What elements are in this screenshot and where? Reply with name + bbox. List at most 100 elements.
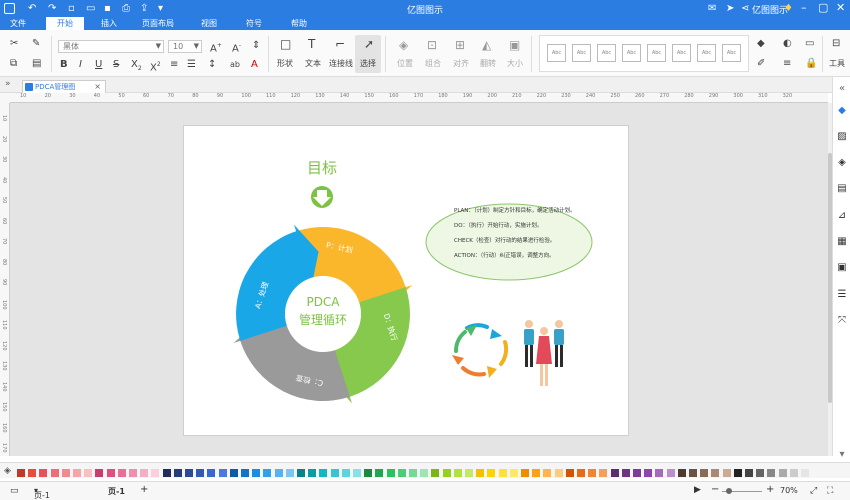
zoom-in-icon[interactable]: + bbox=[766, 484, 774, 495]
panel-expand-icon[interactable]: » bbox=[5, 79, 11, 89]
page-selector[interactable]: 页-1 ▾ bbox=[34, 486, 50, 500]
shape-tool-label[interactable]: 形状 bbox=[270, 58, 300, 69]
page-tab[interactable]: 页-1 bbox=[108, 486, 125, 497]
align-text-icon[interactable]: ≡ bbox=[170, 59, 178, 71]
tab-file[interactable]: 文件 bbox=[0, 17, 36, 30]
collapse-panel-icon[interactable]: « bbox=[836, 83, 848, 95]
tab-home[interactable]: 开始 bbox=[46, 17, 84, 30]
color-swatch[interactable] bbox=[95, 469, 104, 477]
color-swatch[interactable] bbox=[733, 469, 742, 477]
tools-icon[interactable]: ⊟ bbox=[832, 38, 840, 50]
color-swatch[interactable] bbox=[498, 469, 507, 477]
color-swatch[interactable] bbox=[509, 469, 518, 477]
color-swatch[interactable] bbox=[375, 469, 384, 477]
page-properties-icon[interactable]: ▤ bbox=[836, 183, 848, 195]
color-swatch[interactable] bbox=[655, 469, 664, 477]
zoom-level[interactable]: 70% bbox=[780, 486, 798, 495]
goal-label[interactable]: 目标 bbox=[307, 159, 337, 177]
line-style-icon[interactable]: ▭ bbox=[805, 38, 814, 50]
cut-icon[interactable]: ✂ bbox=[10, 38, 18, 50]
zoom-slider-handle[interactable] bbox=[726, 488, 732, 494]
select-tool-label[interactable]: 选择 bbox=[353, 58, 383, 69]
color-swatch[interactable] bbox=[140, 469, 149, 477]
color-swatch[interactable] bbox=[577, 469, 585, 477]
color-swatch[interactable] bbox=[162, 469, 171, 477]
text-direction-icon[interactable]: ⇕ bbox=[252, 40, 260, 52]
underline-icon[interactable]: U bbox=[95, 59, 102, 71]
color-swatch[interactable] bbox=[319, 469, 328, 477]
color-swatch[interactable] bbox=[274, 469, 283, 477]
font-color-icon[interactable]: A bbox=[251, 59, 258, 71]
bold-icon[interactable]: B bbox=[60, 59, 68, 71]
color-swatch[interactable] bbox=[767, 469, 776, 477]
table-icon[interactable]: ▦ bbox=[836, 236, 848, 248]
send-icon[interactable]: ➤ bbox=[726, 2, 734, 15]
color-swatch[interactable] bbox=[330, 469, 339, 477]
color-swatch[interactable] bbox=[50, 469, 59, 477]
color-swatch[interactable] bbox=[397, 469, 406, 477]
color-swatch[interactable] bbox=[207, 469, 216, 477]
zoom-out-icon[interactable]: − bbox=[711, 484, 719, 495]
tab-help[interactable]: 帮助 bbox=[282, 17, 316, 30]
color-swatch[interactable] bbox=[218, 469, 227, 477]
color-swatch[interactable] bbox=[689, 469, 697, 477]
color-swatch[interactable] bbox=[39, 469, 48, 477]
color-swatch[interactable] bbox=[677, 469, 686, 477]
color-swatch[interactable] bbox=[599, 469, 608, 477]
color-swatch[interactable] bbox=[229, 469, 238, 477]
style-sample[interactable]: Abc bbox=[597, 44, 616, 62]
page-view-icon[interactable]: ▭ bbox=[10, 486, 19, 496]
tab-insert[interactable]: 插入 bbox=[92, 17, 126, 30]
account-name[interactable]: 亿图图示 bbox=[752, 3, 788, 16]
color-swatch[interactable] bbox=[252, 469, 261, 477]
style-sample[interactable]: Abc bbox=[697, 44, 716, 62]
italic-icon[interactable]: I bbox=[79, 59, 82, 71]
color-swatch[interactable] bbox=[431, 469, 440, 477]
color-swatch[interactable] bbox=[789, 469, 798, 477]
color-swatch[interactable] bbox=[173, 469, 182, 477]
drawing-page[interactable]: 目标 PDCA 管理循环 P：计划 D：执行 C：检查 A：处理 PLAN：（计… bbox=[183, 125, 629, 436]
cycle-arrows-icon[interactable] bbox=[452, 323, 509, 378]
color-swatch[interactable] bbox=[487, 469, 496, 477]
decrease-font-icon[interactable]: A- bbox=[232, 40, 241, 55]
color-swatch[interactable] bbox=[666, 469, 675, 477]
line-weight-icon[interactable]: ≡ bbox=[783, 58, 791, 70]
close-button[interactable]: ✕ bbox=[836, 1, 845, 14]
color-swatch[interactable] bbox=[801, 469, 809, 477]
format-painter-icon[interactable]: ✎ bbox=[32, 38, 40, 50]
color-swatch[interactable] bbox=[442, 469, 451, 477]
drawing-canvas[interactable]: 目标 PDCA 管理循环 P：计划 D：执行 C：检查 A：处理 PLAN：（计… bbox=[10, 103, 828, 456]
color-swatch[interactable] bbox=[364, 469, 373, 477]
color-swatch[interactable] bbox=[386, 469, 395, 477]
share-icon[interactable]: ⋖ bbox=[741, 2, 749, 15]
color-swatch[interactable] bbox=[28, 469, 37, 477]
color-swatch[interactable] bbox=[633, 469, 641, 477]
color-swatch[interactable] bbox=[554, 469, 563, 477]
strikethrough-icon[interactable]: S bbox=[113, 59, 119, 71]
color-swatch[interactable] bbox=[73, 469, 81, 477]
text-case-icon[interactable]: ab bbox=[230, 59, 240, 71]
color-swatch[interactable] bbox=[353, 469, 361, 477]
play-icon[interactable]: ▶ bbox=[694, 485, 701, 495]
fill-bucket-icon[interactable]: ◆ bbox=[757, 38, 765, 50]
paste-icon[interactable]: ▤ bbox=[32, 58, 41, 70]
color-swatch[interactable] bbox=[241, 469, 249, 477]
fullscreen-icon[interactable]: ⛶ bbox=[827, 486, 833, 496]
fill-style-icon[interactable]: ◆ bbox=[836, 105, 848, 117]
fit-page-icon[interactable]: ⤢ bbox=[810, 486, 817, 496]
outline-icon[interactable]: ☰ bbox=[836, 289, 848, 301]
subscript-icon[interactable]: X2 bbox=[131, 59, 142, 75]
text-icon[interactable]: T bbox=[308, 38, 315, 50]
line-color-icon[interactable]: ✐ bbox=[757, 58, 765, 70]
close-tab-icon[interactable]: × bbox=[94, 81, 101, 93]
color-swatch[interactable] bbox=[453, 469, 462, 477]
color-swatch[interactable] bbox=[588, 469, 597, 477]
chart-icon[interactable]: ⊿ bbox=[836, 210, 848, 222]
color-swatch[interactable] bbox=[17, 469, 25, 477]
color-swatch[interactable] bbox=[465, 469, 473, 477]
presentation-icon[interactable]: ▣ bbox=[836, 262, 848, 274]
color-swatch[interactable] bbox=[106, 469, 115, 477]
color-swatch[interactable] bbox=[745, 469, 753, 477]
notification-icon[interactable]: ✉ bbox=[708, 2, 716, 15]
color-swatch[interactable] bbox=[285, 469, 294, 477]
